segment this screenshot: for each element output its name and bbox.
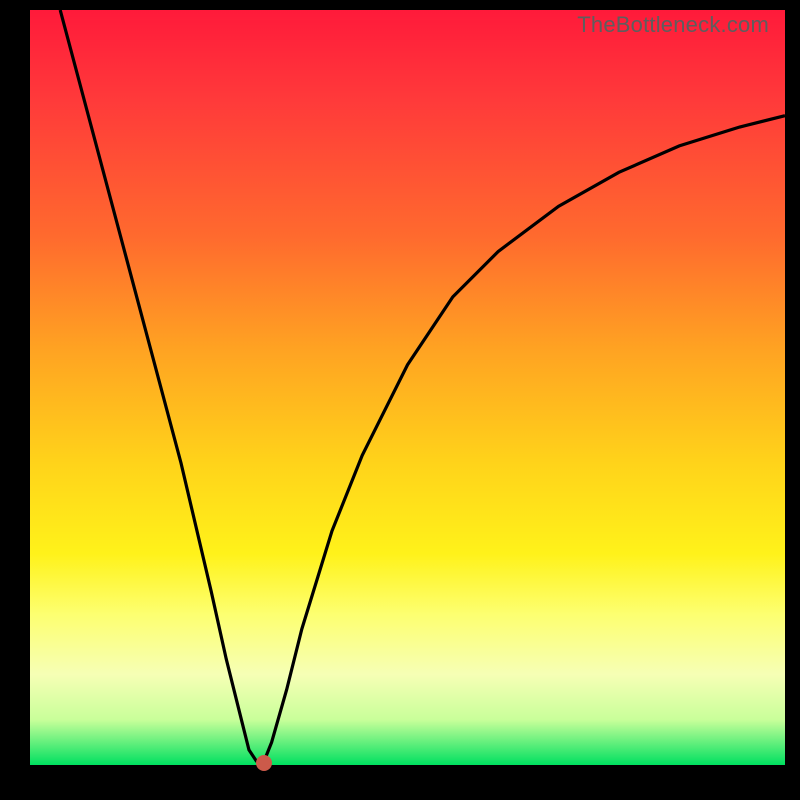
bottleneck-curve	[60, 10, 785, 763]
optimal-point-marker	[256, 755, 272, 771]
chart-frame: TheBottleneck.com	[0, 0, 800, 800]
curve-svg	[30, 10, 785, 765]
plot-area: TheBottleneck.com	[30, 10, 785, 765]
